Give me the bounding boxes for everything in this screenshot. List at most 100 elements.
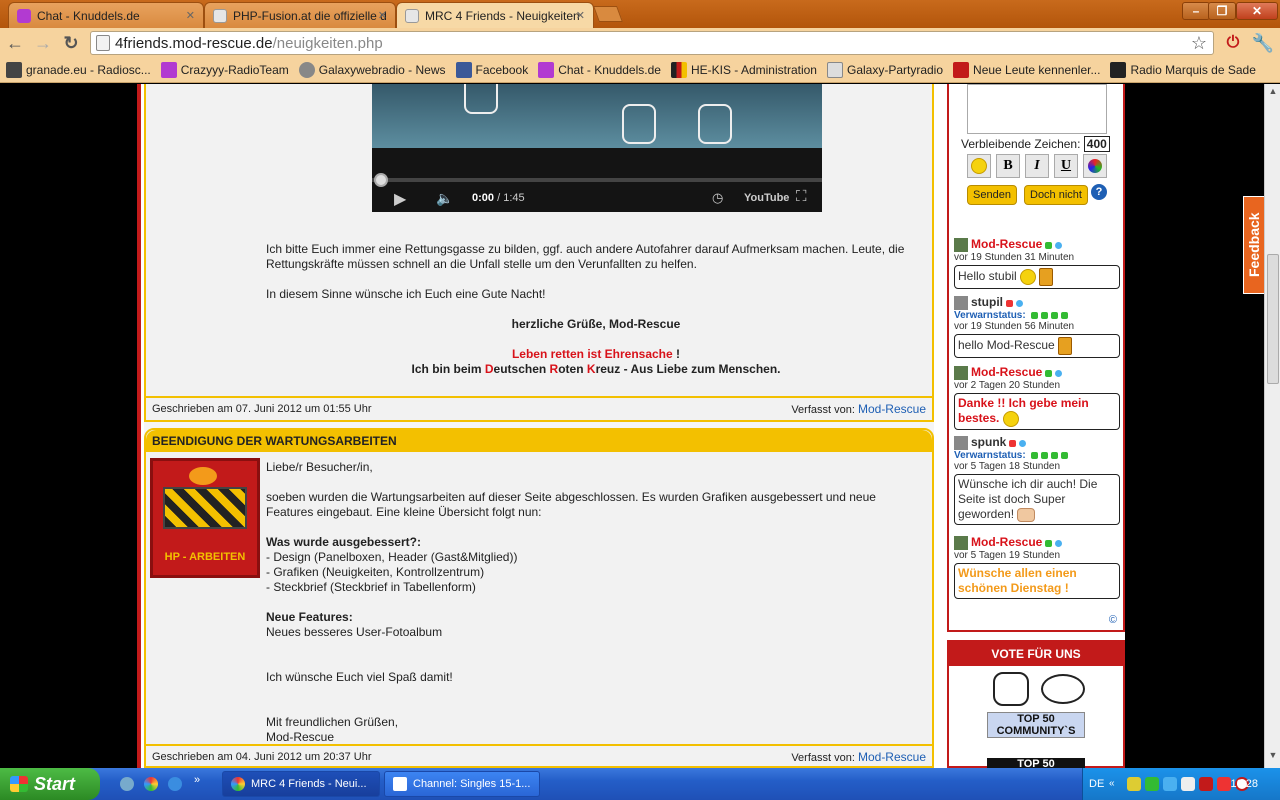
warn-label: Verwarnstatus:: [954, 310, 1026, 322]
chrome-icon[interactable]: [144, 777, 158, 791]
remaining-chars: Verbleibende Zeichen: 400: [961, 136, 1110, 152]
color-palette-icon: [1088, 159, 1102, 173]
thumbs-up-icon: [993, 672, 1029, 706]
close-icon[interactable]: ✕: [378, 9, 387, 22]
task-chrome[interactable]: MRC 4 Friends - Neui...: [222, 771, 380, 797]
image-caption: HP - ARBEITEN: [164, 551, 246, 563]
bookmark-icon: [160, 62, 177, 78]
message-icon[interactable]: [1055, 369, 1063, 377]
tab-mrc-neuigkeiten[interactable]: MRC 4 Friends - Neuigkeiten ✕: [396, 2, 594, 28]
author-link[interactable]: Mod-Rescue: [858, 750, 926, 764]
message-icon[interactable]: [1055, 539, 1063, 547]
video-progress[interactable]: [372, 178, 822, 182]
extension-icon[interactable]: ⏻: [1222, 32, 1244, 54]
help-icon[interactable]: ?: [1091, 184, 1107, 200]
message-icon[interactable]: [1055, 241, 1063, 249]
scroll-up-icon[interactable]: ▲: [1267, 86, 1279, 100]
copyright-link[interactable]: ©: [1109, 614, 1117, 626]
start-button[interactable]: Start: [0, 768, 100, 800]
volume-icon[interactable]: [1181, 777, 1195, 791]
maximize-button[interactable]: ❐: [1208, 2, 1236, 20]
bookmark-knuddels[interactable]: Chat - Knuddels.de: [538, 62, 661, 78]
shout-user[interactable]: Mod-Rescue: [971, 365, 1042, 379]
underline-button[interactable]: U: [1054, 154, 1078, 178]
scroll-down-icon[interactable]: ▼: [1267, 750, 1279, 764]
windows-logo-icon: [10, 776, 28, 792]
video-scrubber[interactable]: [374, 173, 388, 187]
tray-icon[interactable]: [1145, 777, 1159, 791]
address-bar[interactable]: 4friends.mod-rescue.de/neuigkeiten.php ☆: [90, 31, 1214, 55]
windows-taskbar: Start » MRC 4 Friends - Neui... Channel:…: [0, 768, 1280, 800]
volume-icon[interactable]: 🔈: [436, 190, 453, 207]
feedback-tab[interactable]: Feedback: [1243, 196, 1265, 294]
new-tab-button[interactable]: [593, 6, 623, 22]
smiley-icon: [1020, 269, 1037, 286]
quicklaunch-more-icon[interactable]: »: [194, 774, 200, 786]
shout-message: Wünsche ich dir auch! Die Seite ist doch…: [954, 474, 1120, 526]
watch-later-icon[interactable]: ◷: [712, 190, 723, 206]
page-scrollbar[interactable]: ▲ ▼: [1264, 84, 1280, 768]
italic-button[interactable]: I: [1025, 154, 1049, 178]
task-channel[interactable]: Channel: Singles 15-1...: [384, 771, 540, 797]
bookmark-star-icon[interactable]: ☆: [1191, 33, 1207, 54]
tab-knuddels[interactable]: Chat - Knuddels.de ✕: [8, 2, 204, 28]
bookmark-icon: [1110, 62, 1127, 78]
back-arrow-icon[interactable]: ←: [4, 32, 26, 54]
bookmark-neue-leute[interactable]: Neue Leute kennenler...: [953, 62, 1100, 78]
bookmark-crazyyy[interactable]: Crazyyy-RadioTeam: [160, 62, 289, 78]
bookmark-facebook[interactable]: Facebook: [455, 62, 528, 78]
top50-badge-2[interactable]: TOP 50: [987, 758, 1085, 768]
tray-icon[interactable]: [1217, 777, 1231, 791]
youtube-logo[interactable]: YouTube: [744, 192, 789, 204]
play-icon[interactable]: ▶: [394, 189, 406, 209]
ie-icon[interactable]: [168, 777, 182, 791]
top50-badge[interactable]: TOP 50 COMMUNITY`S: [987, 712, 1085, 738]
bookmark-galaxy-partyradio[interactable]: Galaxy-Partyradio: [826, 62, 943, 78]
shout-user[interactable]: stupil: [971, 295, 1003, 309]
shout-user[interactable]: spunk: [971, 435, 1006, 449]
tray-icon[interactable]: [1199, 777, 1213, 791]
tray-expand-icon[interactable]: «: [1109, 778, 1115, 789]
post-subheading: Was wurde ausgebessert?:: [266, 535, 421, 549]
video-current-time: 0:00: [472, 192, 495, 204]
tray-icon[interactable]: [1127, 777, 1141, 791]
language-indicator[interactable]: DE: [1089, 778, 1104, 790]
smiley-button[interactable]: [967, 154, 991, 178]
close-window-button[interactable]: ✕: [1236, 2, 1278, 20]
forward-arrow-icon[interactable]: →: [32, 32, 54, 54]
wrench-icon[interactable]: 🔧: [1252, 32, 1274, 54]
news-post: BEENDIGUNG DER WARTUNGSARBEITEN HP - ARB…: [144, 428, 934, 768]
bookmark-radio-marquis[interactable]: Radio Marquis de Sade: [1110, 62, 1256, 78]
close-icon[interactable]: ✕: [576, 9, 585, 22]
scroll-thumb[interactable]: [1267, 254, 1279, 384]
message-icon[interactable]: [1019, 439, 1027, 447]
bookmark-hekis[interactable]: HE-KIS - Administration: [670, 62, 817, 78]
post-greeting: herzliche Grüße, Mod-Rescue: [511, 317, 681, 331]
knuddels-icon: [17, 8, 31, 23]
clock[interactable]: 10:28: [1230, 778, 1258, 790]
reload-icon[interactable]: ↻: [60, 32, 82, 54]
chrome-icon: [231, 777, 245, 791]
bookmark-granade[interactable]: granade.eu - Radiosc...: [6, 62, 151, 78]
shout-entry: Mod-Rescue vor 19 Stunden 31 Minuten Hel…: [954, 237, 1120, 290]
author-link[interactable]: Mod-Rescue: [858, 402, 926, 416]
bookmark-galaxywebradio[interactable]: Galaxywebradio - News: [298, 62, 446, 78]
shoutbox-textarea[interactable]: [967, 84, 1107, 134]
youtube-video[interactable]: ▶ 🔈 0:00 / 1:45 ◷ YouTube ⛶: [372, 84, 822, 212]
shout-user[interactable]: Mod-Rescue: [971, 237, 1042, 251]
shout-user[interactable]: Mod-Rescue: [971, 535, 1042, 549]
fullscreen-icon[interactable]: ⛶: [796, 188, 807, 205]
cancel-button[interactable]: Doch nicht: [1024, 185, 1088, 205]
tab-phpfusion[interactable]: PHP-Fusion.at die offizielle de ✕: [204, 2, 396, 28]
color-button[interactable]: [1083, 154, 1107, 178]
quicklaunch-icon[interactable]: [120, 777, 134, 791]
message-icon[interactable]: [1016, 299, 1023, 307]
facebook-icon: [455, 62, 472, 78]
send-button[interactable]: Senden: [967, 185, 1017, 205]
close-icon[interactable]: ✕: [186, 9, 195, 22]
bold-button[interactable]: B: [996, 154, 1020, 178]
news-post: ▶ 🔈 0:00 / 1:45 ◷ YouTube ⛶ Ich bitte Eu…: [144, 84, 934, 422]
minimize-button[interactable]: –: [1182, 2, 1210, 20]
network-icon[interactable]: [1163, 777, 1177, 791]
post-title[interactable]: BEENDIGUNG DER WARTUNGSARBEITEN: [146, 430, 932, 452]
